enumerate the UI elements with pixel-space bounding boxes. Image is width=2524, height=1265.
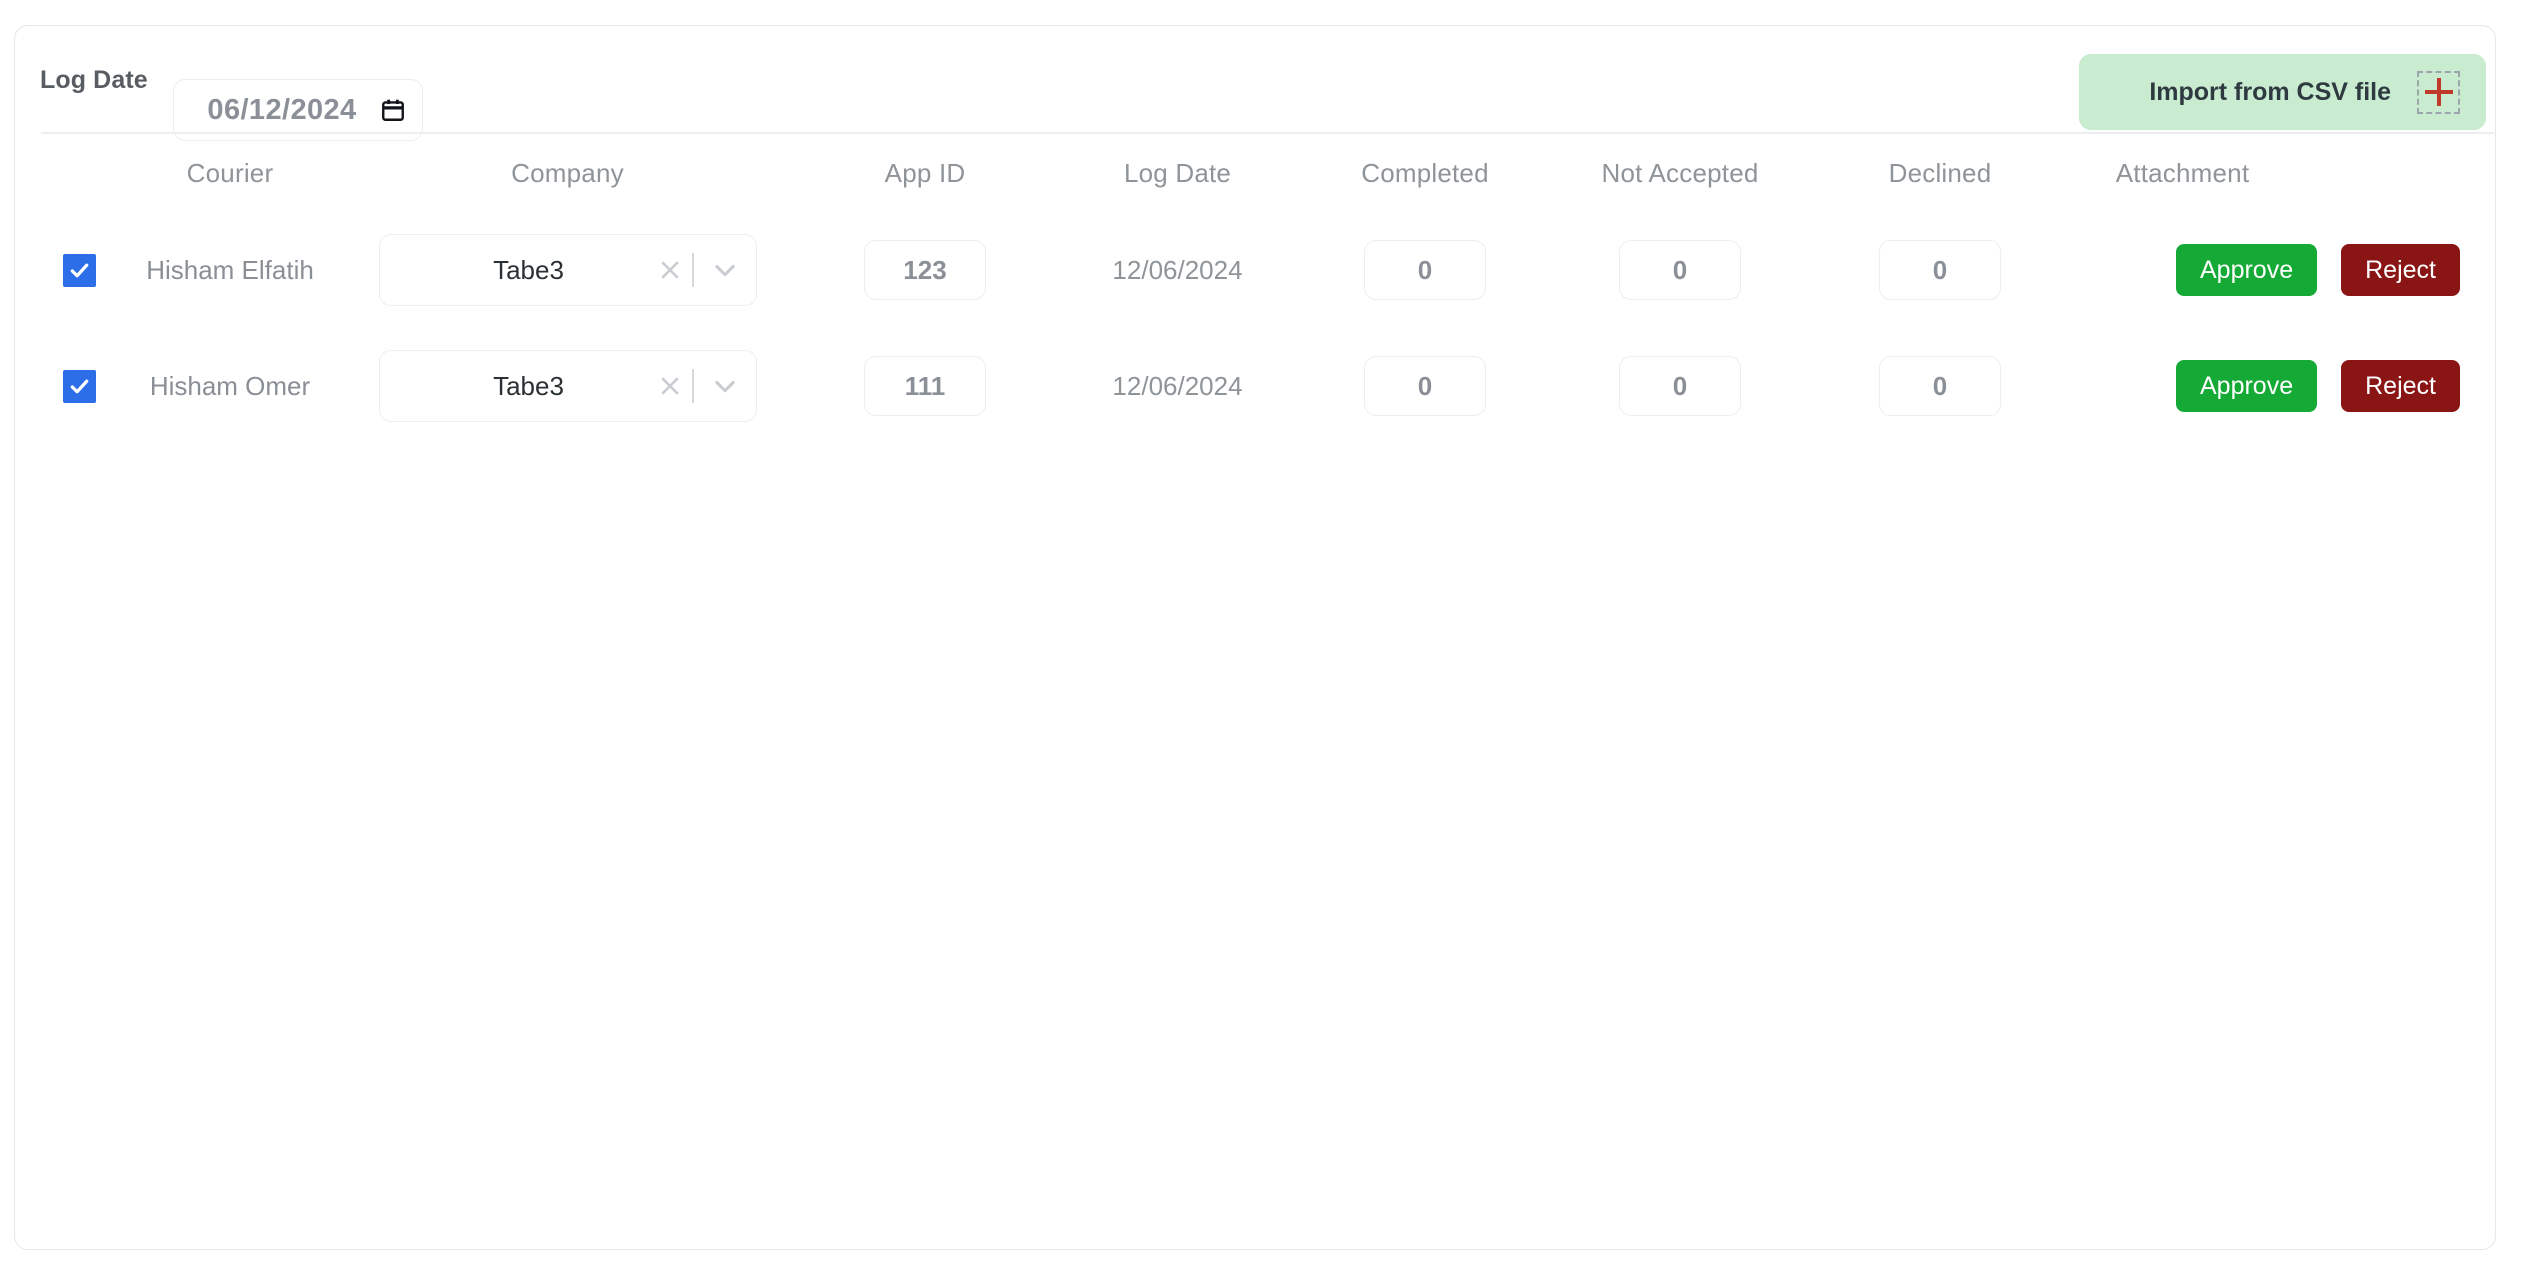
declined-cell [1820, 212, 2060, 328]
log-date-filter-label: Log Date [40, 66, 148, 94]
import-from-csv-button[interactable]: Import from CSV file [2079, 54, 2486, 130]
approve-button[interactable]: Approve [2176, 244, 2318, 296]
table-row: Hisham Omer Tabe3 111 12/06/2024 0 0 0 A… [15, 328, 2495, 444]
declined-input[interactable] [1879, 240, 2001, 300]
table-header-row: Courier Company App ID Log Date Complete… [15, 134, 2495, 212]
column-header-attachment-label: Attachment [2115, 157, 2250, 188]
import-from-csv-label: Import from CSV file [2149, 77, 2391, 106]
row-select-checkbox[interactable] [62, 369, 96, 403]
column-header-log-date: Log Date [1060, 134, 1295, 212]
log-date-cell: 12/06/2024 [1060, 328, 1295, 444]
log-date-cell: 12/06/2024 [1060, 212, 1295, 328]
completed-cell [1305, 328, 1545, 444]
app-id-input[interactable] [864, 240, 986, 300]
column-header-not-accepted: Not Accepted [1560, 134, 1800, 212]
column-header-courier: Courier [125, 134, 335, 212]
column-header-app-id-label: App ID [884, 157, 966, 188]
clear-icon[interactable] [648, 374, 692, 398]
row-actions: Approve Reject [2176, 360, 2460, 412]
row-select-checkbox[interactable] [62, 253, 96, 287]
courier-name: Hisham Elfatih [146, 254, 314, 285]
reject-button[interactable]: Reject [2341, 360, 2460, 412]
plus-icon[interactable] [2417, 70, 2460, 114]
column-header-not-accepted-label: Not Accepted [1601, 157, 1759, 188]
courier-log-card: Log Date 06/12/2024 Import from CSV file [14, 25, 2496, 1250]
column-header-declined: Declined [1820, 134, 2060, 212]
row-select-cell [43, 328, 115, 444]
courier-cell: Hisham Omer [125, 328, 335, 444]
chevron-down-icon[interactable] [694, 256, 756, 284]
not-accepted-cell [1560, 328, 1800, 444]
toolbar: Log Date 06/12/2024 Import from CSV file [15, 26, 2495, 141]
column-header-app-id: App ID [805, 134, 1045, 212]
not-accepted-cell [1560, 212, 1800, 328]
completed-cell [1305, 212, 1545, 328]
row-actions-cell: Approve Reject [2115, 328, 2475, 444]
declined-input[interactable] [1879, 356, 2001, 416]
chevron-down-icon[interactable] [694, 372, 756, 400]
column-header-company: Company [345, 134, 790, 212]
completed-input[interactable] [1364, 356, 1486, 416]
company-cell: Tabe3 [345, 212, 790, 328]
courier-name: Hisham Omer [149, 370, 311, 401]
column-header-log-date-label: Log Date [1123, 157, 1232, 188]
app-id-input[interactable] [864, 356, 986, 416]
column-header-declined-label: Declined [1888, 157, 1992, 188]
row-actions-cell: Approve Reject [2115, 212, 2475, 328]
declined-cell [1820, 328, 2060, 444]
not-accepted-input[interactable] [1619, 356, 1741, 416]
approve-button[interactable]: Approve [2176, 360, 2318, 412]
completed-input[interactable] [1364, 240, 1486, 300]
courier-log-table: Courier Company App ID Log Date Complete… [15, 134, 2495, 444]
company-select[interactable]: Tabe3 [378, 350, 757, 422]
column-header-completed-label: Completed [1361, 157, 1489, 188]
not-accepted-input[interactable] [1619, 240, 1741, 300]
log-date-value: 12/06/2024 [1112, 254, 1243, 285]
company-select-value: Tabe3 [493, 254, 564, 285]
log-date-value: 12/06/2024 [1112, 370, 1243, 401]
company-select-value: Tabe3 [493, 370, 564, 401]
company-cell: Tabe3 [345, 328, 790, 444]
app-id-cell [805, 212, 1045, 328]
clear-icon[interactable] [648, 258, 692, 282]
column-header-attachment: Attachment [2065, 134, 2300, 212]
column-header-courier-label: Courier [186, 157, 274, 188]
courier-cell: Hisham Elfatih [125, 212, 335, 328]
reject-button[interactable]: Reject [2341, 244, 2460, 296]
log-date-input-value: 06/12/2024 [207, 93, 357, 126]
app-id-cell [805, 328, 1045, 444]
row-actions: Approve Reject [2176, 244, 2460, 296]
calendar-icon[interactable] [374, 97, 406, 123]
column-header-company-label: Company [511, 157, 624, 188]
row-select-cell [43, 212, 115, 328]
company-select[interactable]: Tabe3 [378, 234, 757, 306]
page-root: Log Date 06/12/2024 Import from CSV file [0, 0, 2524, 1265]
table-row: Hisham Elfatih Tabe3 123 12/06/2024 0 0 … [15, 212, 2495, 328]
column-header-completed: Completed [1305, 134, 1545, 212]
